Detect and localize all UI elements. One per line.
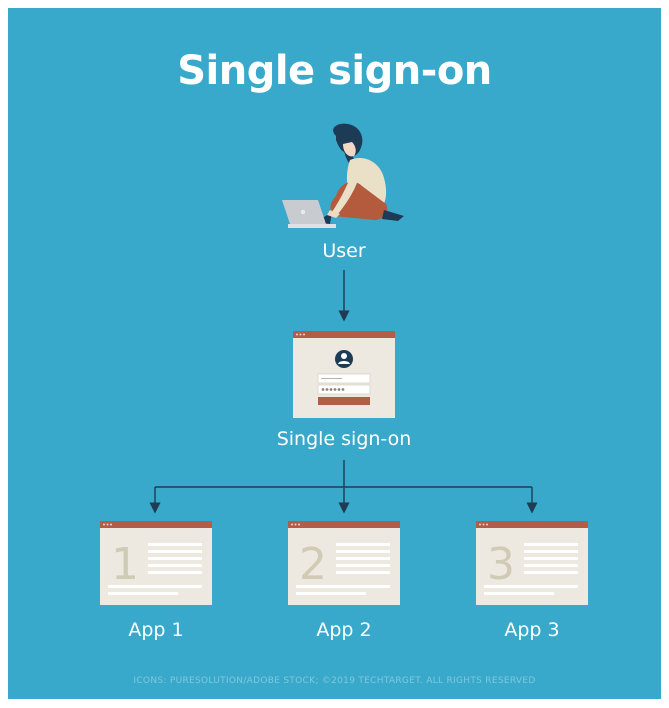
user-avatar-icon bbox=[335, 350, 353, 368]
login-button-icon bbox=[318, 397, 370, 405]
app-2-label: App 2 bbox=[316, 619, 372, 641]
user-illustration-icon bbox=[282, 123, 404, 228]
sso-login-window-icon bbox=[293, 331, 395, 418]
app-3-label: App 3 bbox=[504, 619, 560, 641]
image-credit: ICONS: PURESOLUTION/ADOBE STOCK; ©2019 T… bbox=[133, 676, 536, 686]
app-number: 1 bbox=[111, 539, 139, 590]
app-number: 2 bbox=[299, 539, 327, 590]
app-number: 3 bbox=[487, 539, 515, 590]
diagram-canvas: 1 2 3 bbox=[100, 123, 588, 605]
sso-label: Single sign-on bbox=[276, 428, 412, 450]
app-window-3-icon: 3 bbox=[476, 521, 588, 605]
user-label: User bbox=[322, 240, 366, 262]
app-1-label: App 1 bbox=[128, 619, 184, 641]
app-window-2-icon: 2 bbox=[288, 521, 400, 605]
app-window-1-icon: 1 bbox=[100, 521, 212, 605]
connector-sso-to-apps bbox=[149, 460, 538, 514]
